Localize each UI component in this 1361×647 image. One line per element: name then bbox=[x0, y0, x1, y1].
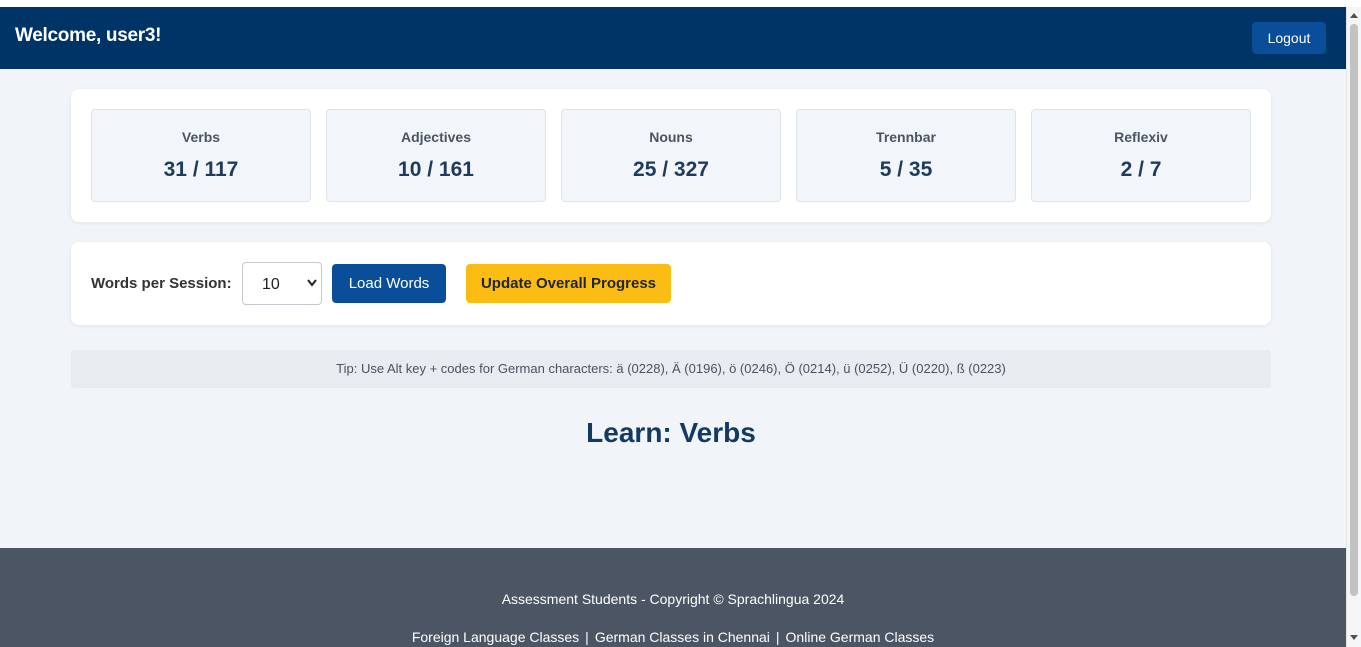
welcome-message: Welcome, user3! bbox=[15, 25, 162, 46]
page-footer: Assessment Students - Copyright © Sprach… bbox=[0, 548, 1346, 647]
scroll-up-arrow-icon[interactable] bbox=[1350, 13, 1358, 18]
stat-value: 5 / 35 bbox=[879, 158, 933, 181]
copyright-text: Assessment Students - Copyright © Sprach… bbox=[501, 591, 845, 607]
stat-label: Nouns bbox=[649, 129, 693, 145]
chevron-down-icon bbox=[307, 279, 317, 287]
progress-stats-card: Verbs 31 / 117 Adjectives 10 / 161 Nouns… bbox=[71, 89, 1271, 222]
page-viewport: Welcome, user3! Logout Verbs 31 / 117 Ad… bbox=[0, 7, 1346, 647]
footer-links: Foreign Language Classes | German Classes … bbox=[0, 629, 1346, 645]
update-overall-progress-button[interactable]: Update Overall Progress bbox=[466, 264, 671, 303]
scroll-down-arrow-icon[interactable] bbox=[1350, 635, 1358, 640]
stat-label: Adjectives bbox=[400, 129, 472, 145]
load-words-button[interactable]: Load Words bbox=[332, 264, 446, 303]
stat-trennbar: Trennbar 5 / 35 bbox=[796, 109, 1016, 202]
select-value: 10 bbox=[262, 276, 280, 293]
footer-link-online-german-classes[interactable]: Online German Classes bbox=[786, 629, 935, 645]
stat-verbs: Verbs 31 / 117 bbox=[91, 109, 311, 202]
learn-section-title: Learn: Verbs bbox=[586, 417, 756, 448]
footer-link-german-classes-chennai[interactable]: German Classes in Chennai bbox=[595, 629, 770, 645]
vertical-scrollbar[interactable] bbox=[1346, 7, 1361, 647]
footer-link-foreign-language-classes[interactable]: Foreign Language Classes bbox=[412, 629, 579, 645]
stat-label: Reflexiv bbox=[1114, 129, 1168, 145]
stat-value: 31 / 117 bbox=[163, 158, 239, 181]
stat-label: Trennbar bbox=[876, 129, 936, 145]
stat-label: Verbs bbox=[181, 129, 221, 145]
words-per-session-label: Words per Session: bbox=[91, 275, 232, 292]
stat-adjectives: Adjectives 10 / 161 bbox=[326, 109, 546, 202]
stat-nouns: Nouns 25 / 327 bbox=[561, 109, 781, 202]
scrollbar-thumb[interactable] bbox=[1350, 24, 1358, 596]
stat-reflexiv: Reflexiv 2 / 7 bbox=[1031, 109, 1251, 202]
session-controls-card: Words per Session: 10 Load Words Update … bbox=[71, 242, 1271, 325]
stat-value: 2 / 7 bbox=[1120, 158, 1162, 181]
logout-button[interactable]: Logout bbox=[1252, 22, 1326, 54]
stat-value: 25 / 327 bbox=[633, 158, 709, 181]
top-navbar: Welcome, user3! Logout bbox=[0, 7, 1346, 69]
footer-separator: | bbox=[585, 629, 589, 645]
stat-value: 10 / 161 bbox=[398, 158, 474, 181]
german-characters-tip: Tip: Use Alt key + codes for German char… bbox=[71, 350, 1271, 388]
footer-separator: | bbox=[775, 629, 780, 645]
words-per-session-select[interactable]: 10 bbox=[242, 262, 322, 305]
